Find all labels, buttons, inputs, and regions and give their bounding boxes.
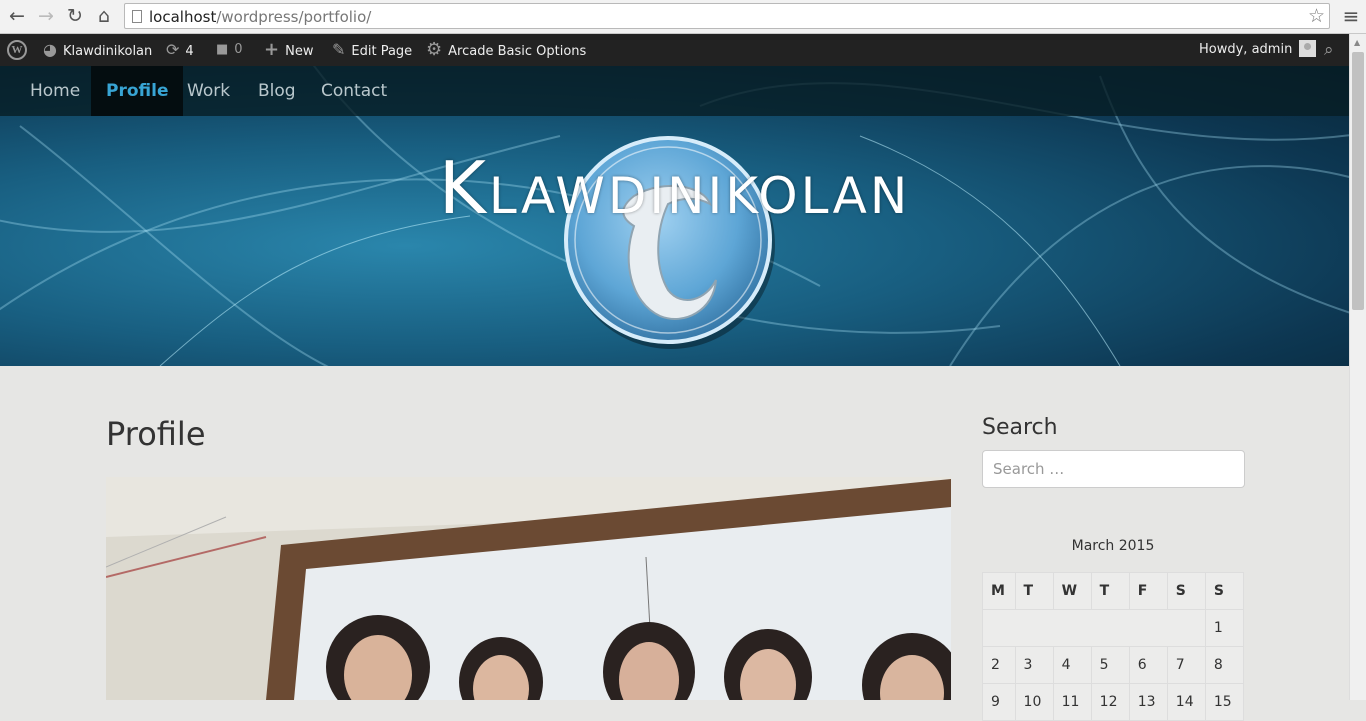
site-title[interactable]: Klawdinikolan [0, 146, 1349, 230]
nav-contact[interactable]: Contact [306, 66, 402, 116]
wordpress-logo-icon[interactable]: W [7, 40, 27, 60]
calendar-header-row: M T W T F S S [982, 572, 1245, 610]
search-input[interactable] [982, 450, 1245, 488]
calendar-day-cell: 2 [982, 646, 1016, 684]
calendar-widget: M T W T F S S 1 2 3 4 5 6 7 8 9 10 11 12… [982, 572, 1245, 721]
admin-bar: W ◕ Klawdinikolan ⟳ 4 ■ 0 + New ✎ Edit Page ⚙… [0, 34, 1349, 66]
calendar-day-cell: 8 [1204, 646, 1245, 684]
admin-comments-link[interactable]: ■ 0 [216, 34, 243, 66]
calendar-day-cell: 10 [1014, 683, 1054, 721]
forward-icon[interactable]: → [34, 4, 58, 28]
bookmark-star-icon[interactable]: ☆ [1308, 5, 1325, 27]
calendar-week-row: 2 3 4 5 6 7 8 [982, 646, 1245, 684]
comments-count: 0 [234, 42, 243, 57]
featured-image [106, 477, 951, 700]
comments-icon: ■ [216, 42, 229, 57]
address-bar[interactable]: localhost/wordpress/portfolio/ ☆ [124, 3, 1330, 29]
nav-profile[interactable]: Profile [91, 66, 184, 116]
scrollbar-thumb[interactable] [1352, 52, 1364, 310]
calendar-day-cell: 15 [1204, 683, 1245, 721]
admin-new-label: New [285, 44, 314, 59]
avatar [1299, 40, 1317, 57]
calendar-day-cell: 12 [1090, 683, 1130, 721]
pencil-icon: ✎ [332, 40, 346, 59]
url-text[interactable]: localhost/wordpress/portfolio/ [149, 8, 371, 26]
admin-updates-link[interactable]: ⟳ 4 [166, 34, 194, 66]
admin-site-name: Klawdinikolan [62, 44, 153, 59]
calendar-day-header: F [1128, 572, 1168, 610]
calendar-day-cell: 6 [1128, 646, 1168, 684]
calendar-week-row: 9 10 11 12 13 14 15 [982, 683, 1245, 721]
admin-options-link[interactable]: ⚙ Arcade Basic Options [426, 34, 586, 66]
calendar-day-cell: 14 [1166, 683, 1206, 721]
browser-menu-icon[interactable]: ≡ [1339, 4, 1363, 28]
calendar-caption: March 2015 [1071, 538, 1155, 554]
page-scrollbar[interactable]: ▲ [1349, 34, 1366, 700]
browser-toolbar: ← → ↻ ⌂ localhost/wordpress/portfolio/ ☆… [0, 0, 1366, 34]
plus-icon: + [264, 39, 280, 60]
main-nav: Home Profile Work Blog Contact [0, 66, 1349, 116]
url-host: localhost [149, 8, 217, 26]
group-photo [106, 477, 951, 700]
nav-home[interactable]: Home [15, 66, 95, 116]
calendar-day-cell: 5 [1090, 646, 1130, 684]
updates-count: 4 [185, 44, 194, 59]
admin-site-link[interactable]: ◕ Klawdinikolan [43, 34, 152, 66]
nav-blog[interactable]: Blog [243, 66, 311, 116]
calendar-day-cell: 3 [1014, 646, 1054, 684]
page-title: Profile [106, 415, 206, 453]
calendar-day-cell: 4 [1052, 646, 1092, 684]
admin-search-icon[interactable]: ⌕ [1324, 34, 1334, 66]
calendar-day-header: M [982, 572, 1016, 610]
calendar-day-cell: 11 [1052, 683, 1092, 721]
calendar-day-header: S [1166, 572, 1206, 610]
url-path: /wordpress/portfolio/ [216, 8, 372, 26]
back-icon[interactable]: ← [5, 4, 29, 28]
updates-icon: ⟳ [166, 40, 180, 59]
sidebar-search-title: Search [982, 415, 1058, 440]
scroll-up-icon[interactable]: ▲ [1354, 38, 1360, 47]
calendar-day-cell: 13 [1128, 683, 1168, 721]
calendar-day-header: W [1052, 572, 1092, 610]
site-header: Home Profile Work Blog Contact Klawdinik… [0, 66, 1349, 366]
nav-work[interactable]: Work [172, 66, 245, 116]
calendar-day-cell: 7 [1166, 646, 1206, 684]
calendar-week-row: 1 [982, 609, 1245, 647]
home-icon[interactable]: ⌂ [92, 4, 116, 28]
calendar-day-cell: 9 [982, 683, 1016, 721]
page-icon [132, 10, 142, 23]
admin-edit-page-link[interactable]: ✎ Edit Page [332, 34, 412, 66]
dashboard-icon: ◕ [43, 40, 57, 59]
admin-new-link[interactable]: + New [264, 34, 313, 66]
reload-icon[interactable]: ↻ [63, 4, 87, 28]
calendar-day-header: S [1204, 572, 1245, 610]
howdy-label: Howdy, admin [1199, 42, 1293, 57]
calendar-day-header: T [1090, 572, 1130, 610]
admin-account-link[interactable]: Howdy, admin [1199, 34, 1317, 66]
gear-icon: ⚙ [426, 39, 443, 60]
calendar-day-header: T [1014, 572, 1054, 610]
calendar-pad-cell [982, 609, 1206, 647]
admin-edit-page-label: Edit Page [351, 44, 413, 59]
calendar-day-cell: 1 [1204, 609, 1245, 647]
admin-options-label: Arcade Basic Options [448, 44, 587, 59]
